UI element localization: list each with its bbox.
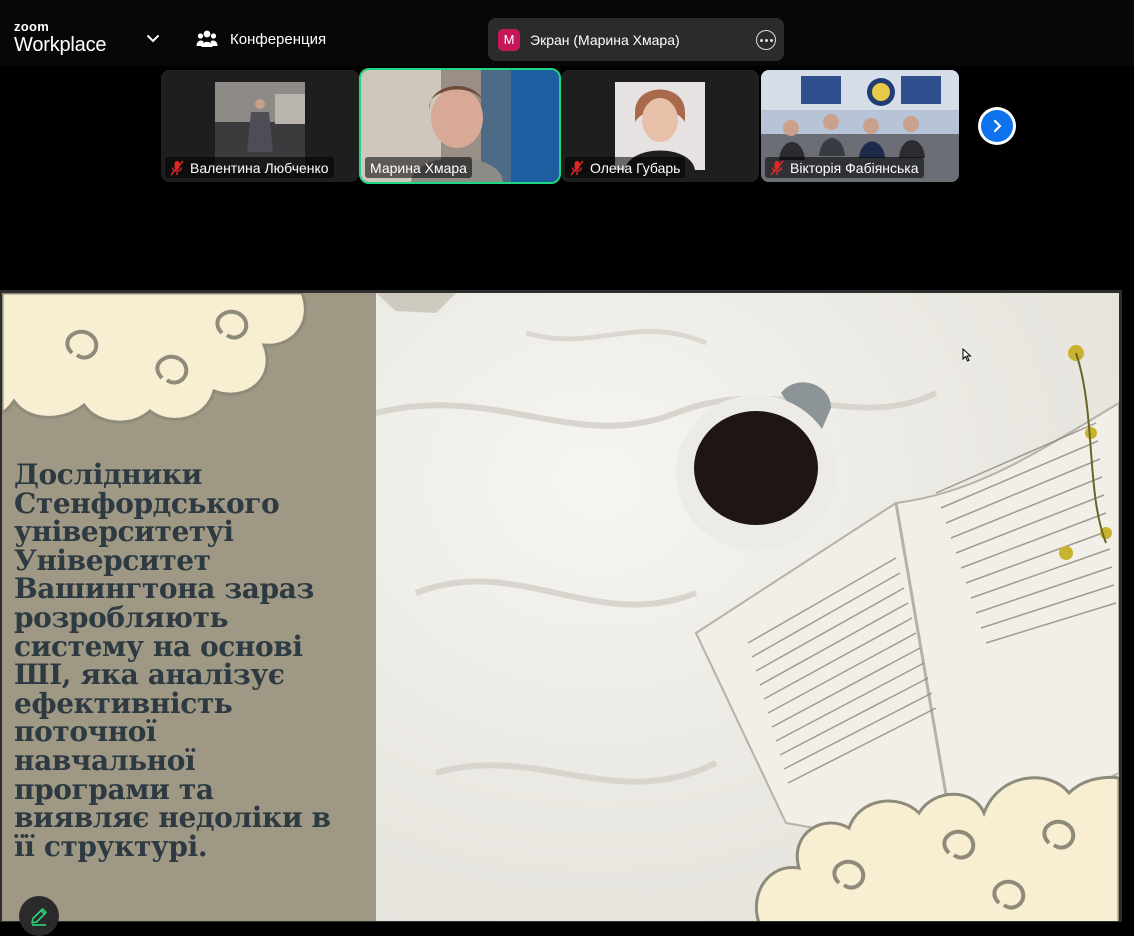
pencil-icon — [31, 908, 47, 926]
next-participants-button[interactable] — [978, 107, 1016, 145]
chevron-down-icon[interactable] — [144, 30, 162, 48]
muted-mic-icon — [770, 159, 784, 176]
slide-text-line: систему на основі — [14, 629, 303, 663]
participant-tile-active[interactable]: Марина Хмара — [359, 68, 561, 184]
slide-text-line: Університет — [14, 543, 211, 577]
slide-text-line: Вашингтона зараз — [14, 572, 314, 606]
participant-name: Олена Губарь — [590, 159, 681, 176]
people-icon — [196, 30, 218, 47]
presentation-slide: Дослідники Стенфордського університетуі … — [2, 293, 1119, 921]
participant-tile[interactable]: Олена Губарь — [561, 70, 759, 182]
participant-name-tag: Олена Губарь — [565, 157, 686, 178]
participant-name: Вікторія Фабіянська — [790, 159, 919, 176]
slide-text-line: виявляє недоліки в — [14, 801, 331, 835]
slide-text-line: Дослідники — [14, 458, 202, 491]
slide-text-line: поточної — [14, 715, 157, 749]
share-avatar: M — [498, 28, 520, 51]
meeting-label: Конференция — [230, 30, 327, 48]
participant-tile[interactable]: Валентина Любченко — [161, 70, 359, 182]
muted-mic-icon — [570, 159, 584, 176]
logo-workplace-text: Workplace — [14, 34, 107, 56]
slide-text-line: розробляють — [14, 600, 229, 634]
screen-share-label: Экран (Марина Хмара) — [530, 31, 680, 48]
logo-zoom-text: zoom — [14, 19, 50, 34]
more-options-icon[interactable] — [756, 30, 776, 50]
screen-share-pill[interactable]: M Экран (Марина Хмара) — [488, 18, 784, 61]
slide-text-line: навчальної — [14, 743, 196, 777]
annotate-button[interactable] — [19, 896, 59, 936]
participant-name: Марина Хмара — [370, 159, 467, 176]
participant-name-tag: Вікторія Фабіянська — [765, 157, 924, 178]
meeting-menu-button[interactable]: Конференция — [196, 28, 326, 50]
cloud-decoration — [2, 293, 307, 424]
slide-text-line: університетуі — [14, 515, 234, 549]
slide-text-line: ефективність — [14, 686, 233, 720]
slide-text-line: ШІ, яка аналізує — [14, 658, 285, 692]
participant-name-tag: Валентина Любченко — [165, 157, 334, 178]
slide-text-line: Стенфордського — [14, 486, 280, 520]
slide-text: Дослідники Стенфордського університетуі … — [14, 458, 370, 863]
participant-name-tag: Марина Хмара — [365, 157, 472, 178]
participant-tile[interactable]: Вікторія Фабіянська — [761, 70, 959, 182]
participant-name: Валентина Любченко — [190, 159, 329, 176]
mouse-cursor-icon — [962, 348, 972, 362]
muted-mic-icon — [170, 159, 184, 176]
top-bar: zoom Workplace Конференция M Экран (Мари… — [0, 0, 1134, 66]
chevron-right-icon — [993, 119, 1002, 133]
slide-text-line: її структурі. — [14, 829, 208, 863]
zoom-workplace-logo[interactable]: zoom Workplace — [14, 19, 107, 56]
cloud-decoration — [754, 775, 1119, 921]
slide-text-line: програми та — [14, 772, 214, 806]
shared-screen: Дослідники Стенфордського університетуі … — [0, 290, 1122, 922]
